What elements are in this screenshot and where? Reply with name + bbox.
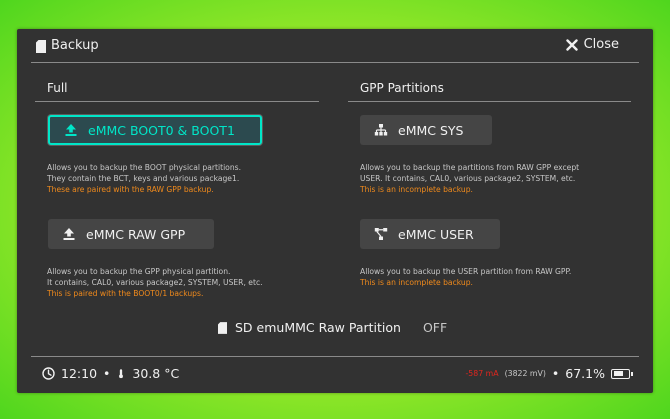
network-icon xyxy=(374,228,388,240)
battery-current: -587 mA xyxy=(465,369,499,378)
title-divider xyxy=(31,62,639,63)
battery-voltage: (3822 mV) xyxy=(504,369,546,378)
battery-fill xyxy=(613,371,623,376)
battery-icon xyxy=(611,368,633,379)
status-right: -587 mA (3822 mV) • 67.1% xyxy=(465,366,633,381)
sd-card-icon xyxy=(36,40,46,53)
emummc-label: SD emuMMC Raw Partition xyxy=(235,320,401,335)
emmc-boot-label: eMMC BOOT0 & BOOT1 xyxy=(88,122,235,138)
window-title: Backup xyxy=(51,38,99,53)
sys-desc-line1: Allows you to backup the partitions from… xyxy=(360,163,580,172)
user-desc-line1: Allows you to backup the USER partition … xyxy=(360,267,572,276)
upload-icon xyxy=(63,228,75,240)
status-left: 12:10 • 30.8 °C xyxy=(42,366,179,381)
temperature-value: 30.8 °C xyxy=(132,366,180,381)
emummc-toggle[interactable]: SD emuMMC Raw Partition OFF xyxy=(218,320,447,335)
section-title-gpp: GPP Partitions xyxy=(360,81,444,95)
section-title-full: Full xyxy=(47,81,68,95)
clock-icon xyxy=(42,367,55,380)
boot-desc-line1: Allows you to backup the BOOT physical p… xyxy=(47,163,242,172)
user-description: Allows you to backup the USER partition … xyxy=(360,266,571,288)
boot-desc-line2: They contain the BCT, keys and various p… xyxy=(47,174,240,184)
section-divider-gpp xyxy=(348,101,631,102)
emmc-sys-button[interactable]: eMMC SYS xyxy=(360,115,492,145)
emummc-state: OFF xyxy=(422,320,448,335)
battery-percent: 67.1% xyxy=(565,366,605,381)
status-divider xyxy=(31,356,639,357)
emmc-boot-button[interactable]: eMMC BOOT0 & BOOT1 xyxy=(48,115,262,145)
close-button[interactable]: Close xyxy=(565,37,619,52)
user-desc-note: This is an incomplete backup. xyxy=(360,278,473,288)
thermometer-icon xyxy=(119,369,124,379)
boot-description: Allows you to backup the BOOT physical p… xyxy=(47,162,241,196)
status-separator: • xyxy=(551,366,560,381)
boot-desc-note: These are paired with the RAW GPP backup… xyxy=(47,185,214,195)
sd-card-icon xyxy=(218,321,227,334)
emmc-user-label: eMMC USER xyxy=(398,226,474,242)
emmc-user-button[interactable]: eMMC USER xyxy=(360,219,500,249)
section-divider-full xyxy=(35,101,319,102)
emmc-sys-label: eMMC SYS xyxy=(398,122,464,138)
raw-gpp-description: Allows you to backup the GPP physical pa… xyxy=(47,266,263,300)
title-bar: Backup Close xyxy=(17,29,653,62)
raw-gpp-desc-note: This is paired with the BOOT0/1 backups. xyxy=(47,289,204,299)
close-icon xyxy=(565,38,578,51)
sys-description: Allows you to backup the partitions from… xyxy=(360,162,579,196)
raw-gpp-desc-line2: It contains, CAL0, various package2, SYS… xyxy=(47,278,263,288)
clock-time: 12:10 xyxy=(61,366,98,381)
sys-desc-line2: USER. It contains, CAL0, various package… xyxy=(360,174,576,184)
upload-icon xyxy=(65,124,77,136)
close-label: Close xyxy=(583,37,619,52)
raw-gpp-desc-line1: Allows you to backup the GPP physical pa… xyxy=(47,267,231,276)
emmc-raw-gpp-label: eMMC RAW GPP xyxy=(86,226,186,242)
sitemap-icon xyxy=(374,124,388,136)
emmc-raw-gpp-button[interactable]: eMMC RAW GPP xyxy=(48,219,214,249)
sys-desc-note: This is an incomplete backup. xyxy=(360,185,473,195)
status-separator: • xyxy=(103,366,111,381)
backup-window: Backup Close Full GPP Partitions eMMC BO… xyxy=(17,29,653,393)
